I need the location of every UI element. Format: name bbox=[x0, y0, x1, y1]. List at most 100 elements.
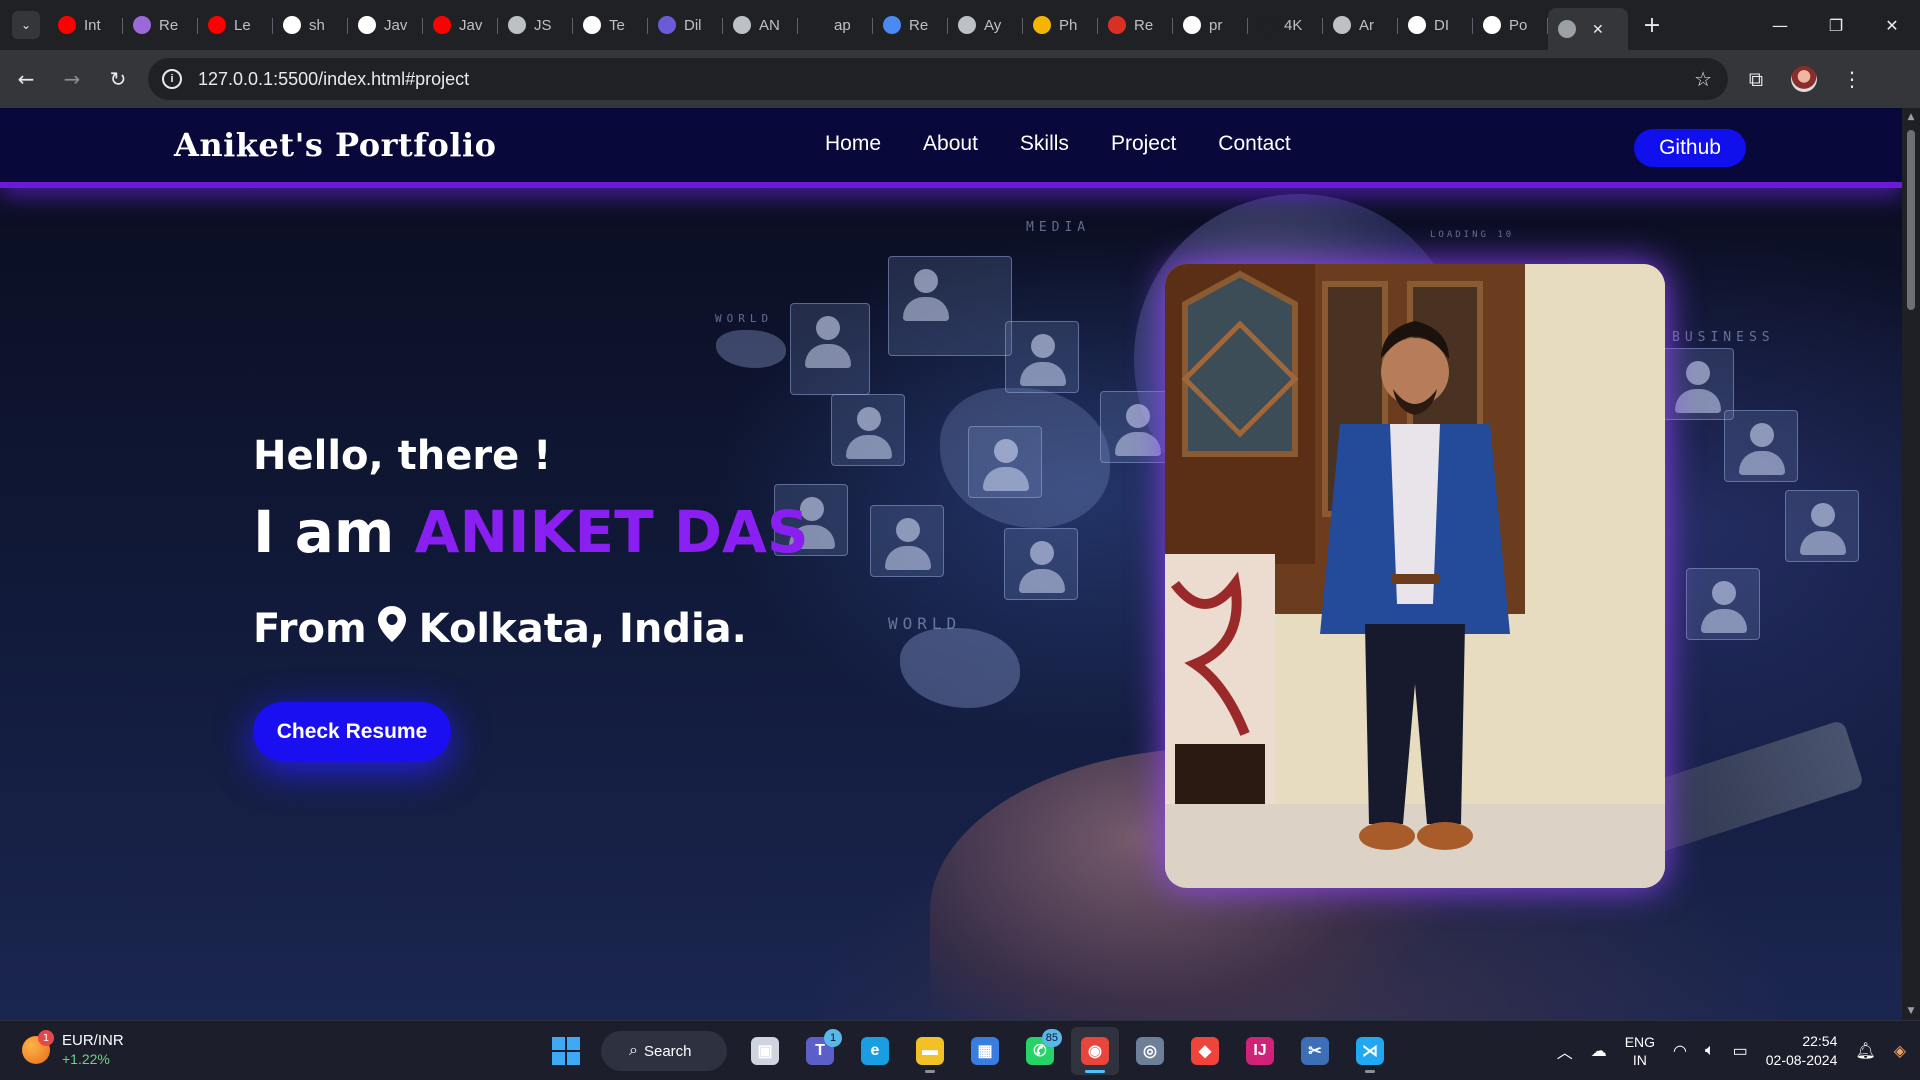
browser-tab[interactable]: sh bbox=[273, 8, 348, 42]
url-text[interactable]: 127.0.0.1:5500/index.html#project bbox=[198, 69, 469, 90]
browser-tab[interactable]: AN bbox=[723, 8, 798, 42]
browser-tab-label: pr bbox=[1209, 16, 1223, 34]
forward-button[interactable]: → bbox=[52, 59, 92, 99]
nav-link-about[interactable]: About bbox=[923, 132, 978, 156]
nav-link-project[interactable]: Project bbox=[1111, 132, 1176, 156]
currency-widget[interactable]: 1 EUR/INR +1.22% bbox=[22, 1030, 124, 1069]
globe-icon bbox=[508, 16, 526, 34]
browser-menu-icon[interactable]: ⋮ bbox=[1832, 59, 1872, 99]
browser-tab[interactable]: Re bbox=[123, 8, 198, 42]
browser-tab[interactable]: Le bbox=[198, 8, 273, 42]
nav-link-skills[interactable]: Skills bbox=[1020, 132, 1069, 156]
taskbar-app-store[interactable]: ▦ bbox=[961, 1027, 1009, 1075]
scroll-thumb[interactable] bbox=[1907, 130, 1915, 310]
browser-tab[interactable]: Te bbox=[573, 8, 648, 42]
clock[interactable]: 22:54 02-08-2024 bbox=[1766, 1032, 1838, 1070]
browser-tab[interactable]: Jav bbox=[423, 8, 498, 42]
region-code: IN bbox=[1632, 1052, 1647, 1068]
browser-tab[interactable]: JS bbox=[498, 8, 573, 42]
nav-link-home[interactable]: Home bbox=[825, 132, 881, 156]
browser-tab[interactable]: Po bbox=[1473, 8, 1548, 42]
taskbar-app-file-explorer[interactable]: ▬ bbox=[906, 1027, 954, 1075]
browser-tab[interactable]: Ar bbox=[1323, 8, 1398, 42]
browser-toolbar: ← → ↻ i 127.0.0.1:5500/index.html#projec… bbox=[0, 50, 1920, 108]
address-bar[interactable]: i 127.0.0.1:5500/index.html#project ☆ bbox=[148, 58, 1728, 100]
taskbar-app-snipping[interactable]: ✂ bbox=[1291, 1027, 1339, 1075]
close-window-button[interactable]: ✕ bbox=[1864, 0, 1920, 50]
running-indicator bbox=[1085, 1070, 1105, 1073]
taskbar-app-intellij[interactable]: IJ bbox=[1236, 1027, 1284, 1075]
app-badge: 1 bbox=[824, 1029, 842, 1047]
browser-tab[interactable]: Jav bbox=[348, 8, 423, 42]
taskbar-app-whatsapp[interactable]: ✆ 85 bbox=[1016, 1027, 1064, 1075]
globe-icon bbox=[1333, 16, 1351, 34]
browser-tab-label: Re bbox=[909, 16, 929, 34]
site-logo[interactable]: Aniket's Portfolio bbox=[174, 126, 496, 164]
browser-tab[interactable]: Ph bbox=[1023, 8, 1098, 42]
scroll-down-arrow-icon[interactable]: ▼ bbox=[1906, 1006, 1916, 1016]
taskbar-app-chrome[interactable]: ◉ bbox=[1071, 1027, 1119, 1075]
extensions-icon[interactable]: ⧉ bbox=[1736, 59, 1776, 99]
browser-tab[interactable]: Re bbox=[873, 8, 948, 42]
start-button[interactable] bbox=[542, 1027, 590, 1075]
browser-tab[interactable]: DI bbox=[1398, 8, 1473, 42]
mail-icon bbox=[1108, 16, 1126, 34]
vscode-icon: ⋊ bbox=[1356, 1037, 1384, 1065]
youtube-icon bbox=[208, 16, 226, 34]
app-badge: 85 bbox=[1041, 1029, 1062, 1047]
close-tab-icon[interactable]: ✕ bbox=[1592, 21, 1604, 38]
location-pin-icon bbox=[377, 605, 407, 653]
new-tab-button[interactable]: + bbox=[1638, 11, 1666, 39]
page-scrollbar[interactable]: ▲ ▼ bbox=[1902, 108, 1920, 1020]
notifications-bell-icon[interactable]: 🔔︎ bbox=[1855, 1041, 1875, 1061]
profile-button[interactable] bbox=[1784, 59, 1824, 99]
hero-location: From Kolkata, India. bbox=[253, 605, 747, 653]
active-browser-tab[interactable]: ✕ bbox=[1548, 8, 1628, 50]
show-hidden-icons-icon[interactable]: ︿ bbox=[1557, 1039, 1573, 1063]
google-icon bbox=[1183, 16, 1201, 34]
scroll-up-arrow-icon[interactable]: ▲ bbox=[1906, 112, 1916, 122]
github-button[interactable]: Github bbox=[1634, 129, 1746, 167]
world-map-graphic-2 bbox=[900, 628, 1020, 708]
browser-tab-label: DI bbox=[1434, 16, 1449, 34]
browser-tab[interactable]: Ay bbox=[948, 8, 1023, 42]
nav-link-contact[interactable]: Contact bbox=[1218, 132, 1290, 156]
taskbar-app-vscode[interactable]: ⋊ bbox=[1346, 1027, 1394, 1075]
taskbar-app-task-view[interactable]: ▣ bbox=[741, 1027, 789, 1075]
widget-change: +1.22% bbox=[62, 1051, 110, 1067]
copilot-icon[interactable]: ◈ bbox=[1894, 1041, 1906, 1061]
window-controls: — ❐ ✕ bbox=[1752, 0, 1920, 50]
decor-label-loading: LOADING 10 bbox=[1430, 230, 1515, 240]
taskbar-app-teams[interactable]: T1 bbox=[796, 1027, 844, 1075]
browser-tab[interactable]: Dil bbox=[648, 8, 723, 42]
restore-button[interactable]: ❐ bbox=[1808, 0, 1864, 50]
language-indicator[interactable]: ENG IN bbox=[1625, 1033, 1655, 1069]
currency-widget-icon: 1 bbox=[22, 1030, 54, 1064]
back-button[interactable]: ← bbox=[6, 59, 46, 99]
taskbar-app-camera[interactable]: ◎ bbox=[1126, 1027, 1174, 1075]
taskbar-search[interactable]: ⌕ Search bbox=[601, 1031, 727, 1071]
minimize-button[interactable]: — bbox=[1752, 0, 1808, 50]
browser-tab[interactable]: 4K bbox=[1248, 8, 1323, 42]
volume-icon[interactable]: 🔈︎ bbox=[1705, 1042, 1715, 1060]
site-info-icon[interactable]: i bbox=[162, 69, 182, 89]
browser-tab[interactable]: pr bbox=[1173, 8, 1248, 42]
taskbar-app-edge[interactable]: e bbox=[851, 1027, 899, 1075]
decor-label-media: MEDIA bbox=[1026, 220, 1091, 235]
reload-button[interactable]: ↻ bbox=[98, 59, 138, 99]
profile-avatar bbox=[1791, 66, 1817, 92]
chevron-icon bbox=[1258, 16, 1276, 34]
check-resume-button[interactable]: Check Resume bbox=[253, 702, 451, 761]
browser-tab[interactable]: ap bbox=[798, 8, 873, 42]
browser-tab[interactable]: Re bbox=[1098, 8, 1173, 42]
tab-search-button[interactable]: ⌄ bbox=[12, 11, 40, 39]
language-code: ENG bbox=[1624, 1034, 1656, 1050]
bookmark-star-icon[interactable]: ☆ bbox=[1694, 67, 1712, 92]
chrome-icon: ◉ bbox=[1081, 1037, 1109, 1065]
onedrive-cloud-icon[interactable]: ☁ bbox=[1591, 1041, 1607, 1061]
battery-icon[interactable]: ▭ bbox=[1733, 1041, 1748, 1061]
wifi-icon[interactable]: ◠ bbox=[1673, 1041, 1687, 1061]
taskbar-app-anydesk[interactable]: ◆ bbox=[1181, 1027, 1229, 1075]
browser-tab[interactable]: Int bbox=[48, 8, 123, 42]
browser-tab-label: Re bbox=[159, 16, 179, 34]
